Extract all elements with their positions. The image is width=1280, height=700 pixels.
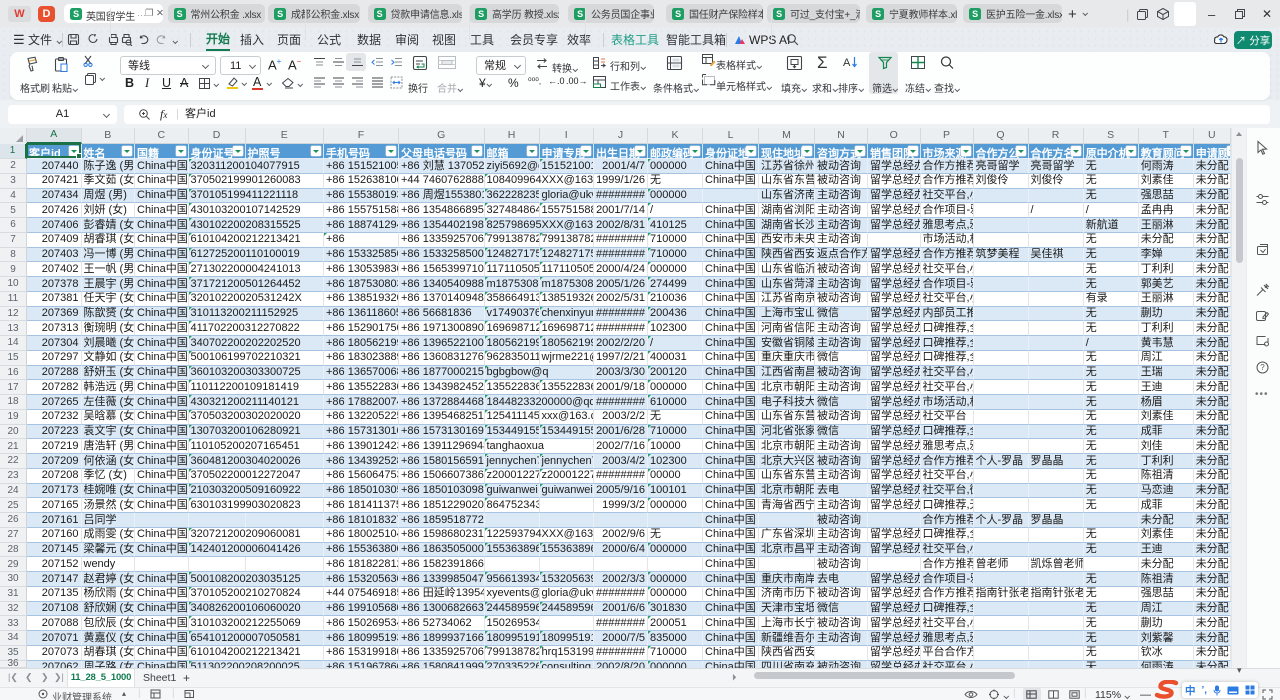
svg-text:?: ? bbox=[1260, 363, 1265, 372]
